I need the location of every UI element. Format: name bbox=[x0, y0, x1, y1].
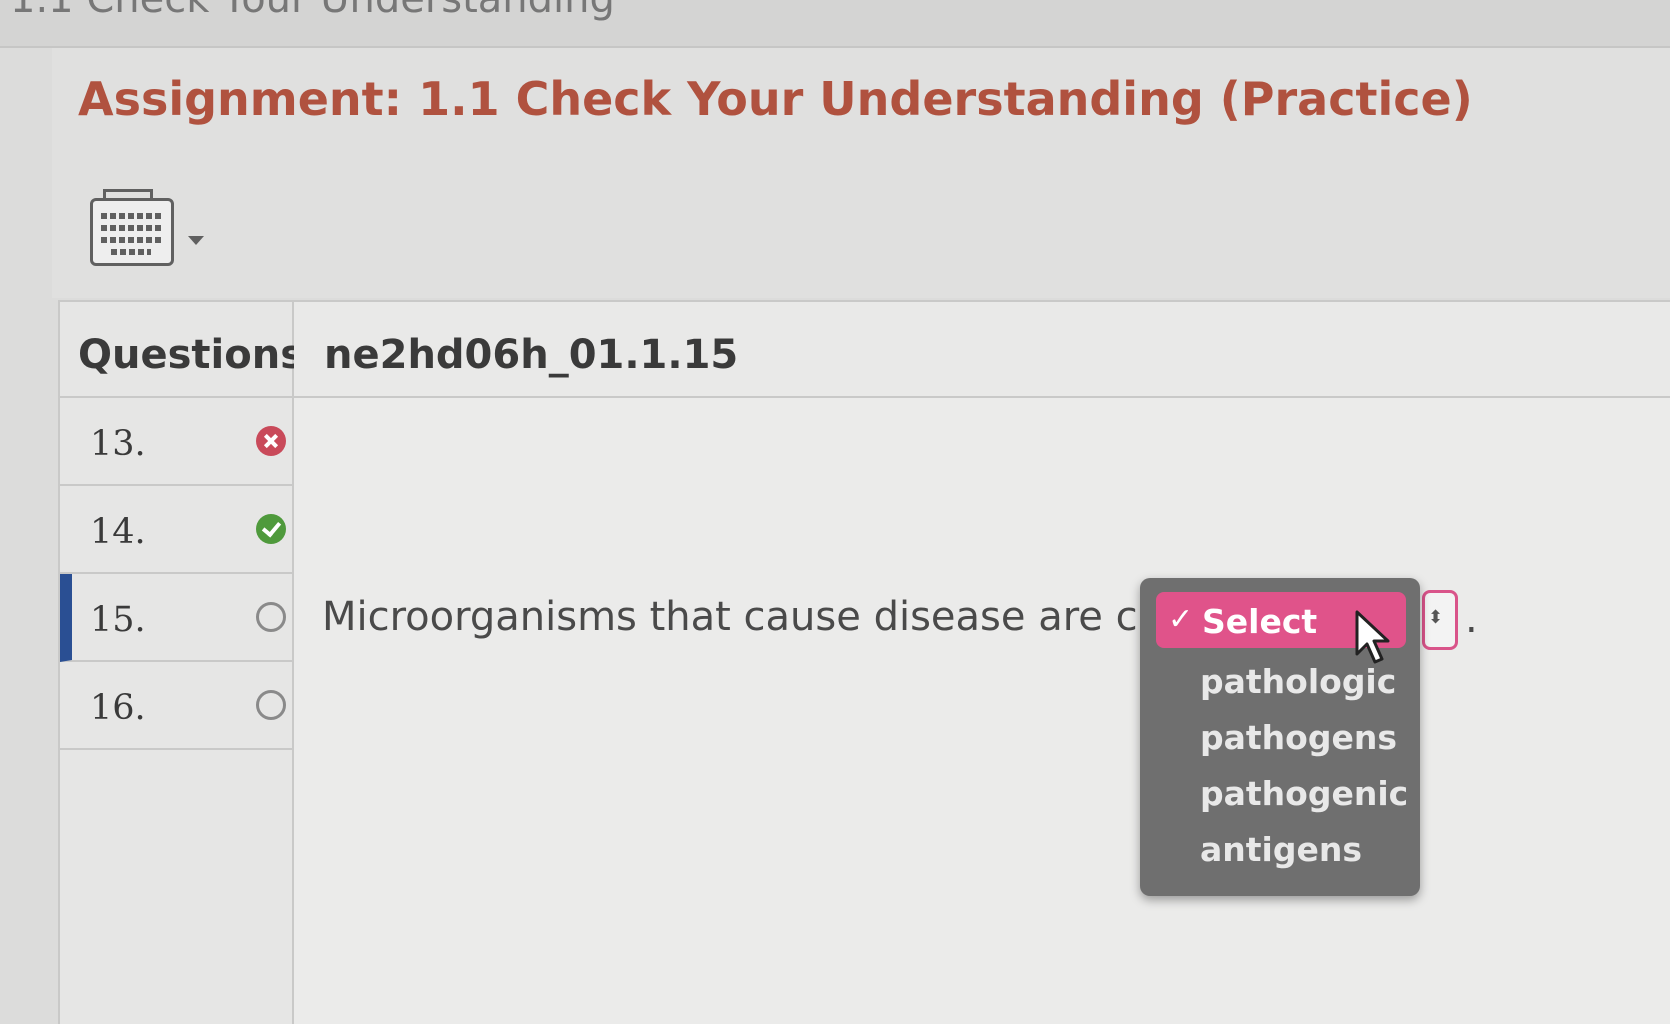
question-list: Questions 13. 14. 15. 16. bbox=[58, 302, 304, 1024]
correct-icon bbox=[256, 514, 286, 544]
answer-select[interactable]: ⬍ bbox=[1422, 590, 1458, 650]
keyboard-icon bbox=[90, 189, 174, 266]
question-number: 15. bbox=[90, 600, 146, 640]
question-number: 16. bbox=[90, 688, 146, 728]
question-item-15[interactable]: 15. bbox=[60, 574, 292, 662]
question-text: Microorganisms that cause disease are ca… bbox=[322, 594, 1209, 640]
question-number: 14. bbox=[90, 512, 146, 552]
question-item-14[interactable]: 14. bbox=[60, 486, 292, 574]
mouse-pointer-icon bbox=[1355, 610, 1390, 664]
dropdown-option-pathologic[interactable]: pathologic bbox=[1200, 662, 1396, 701]
unanswered-icon bbox=[256, 602, 286, 632]
dropdown-option-antigens[interactable]: antigens bbox=[1200, 830, 1362, 869]
option-label: Select bbox=[1202, 602, 1318, 641]
question-id-header: ne2hd06h_01.1.15 bbox=[294, 302, 1670, 398]
page-title: Assignment: 1.1 Check Your Understanding… bbox=[78, 72, 1473, 126]
dropdown-option-pathogenic[interactable]: pathogenic bbox=[1200, 774, 1408, 813]
question-id: ne2hd06h_01.1.15 bbox=[324, 332, 739, 378]
sentence-period: . bbox=[1465, 596, 1478, 642]
question-item-16[interactable]: 16. bbox=[60, 662, 292, 750]
question-item-13[interactable]: 13. bbox=[60, 398, 292, 486]
checkmark-icon: ✓ bbox=[1168, 602, 1194, 637]
incorrect-icon bbox=[256, 426, 286, 456]
browser-tab-strip: 1.1 Check Your Understanding bbox=[0, 0, 1670, 48]
questions-header: Questions bbox=[60, 302, 304, 398]
unanswered-icon bbox=[256, 690, 286, 720]
cut-off-title: 1.1 Check Your Understanding bbox=[10, 0, 615, 22]
dropdown-option-pathogens[interactable]: pathogens bbox=[1200, 718, 1397, 757]
keyboard-toggle-button[interactable] bbox=[90, 189, 210, 274]
question-number: 13. bbox=[90, 424, 146, 464]
questions-header-label: Questions bbox=[78, 332, 305, 378]
question-table: Questions 13. 14. 15. 16. ne2hd06h_01.1.… bbox=[58, 300, 1670, 1024]
chevron-down-icon bbox=[188, 236, 204, 245]
select-arrows-icon: ⬍ bbox=[1428, 607, 1444, 628]
